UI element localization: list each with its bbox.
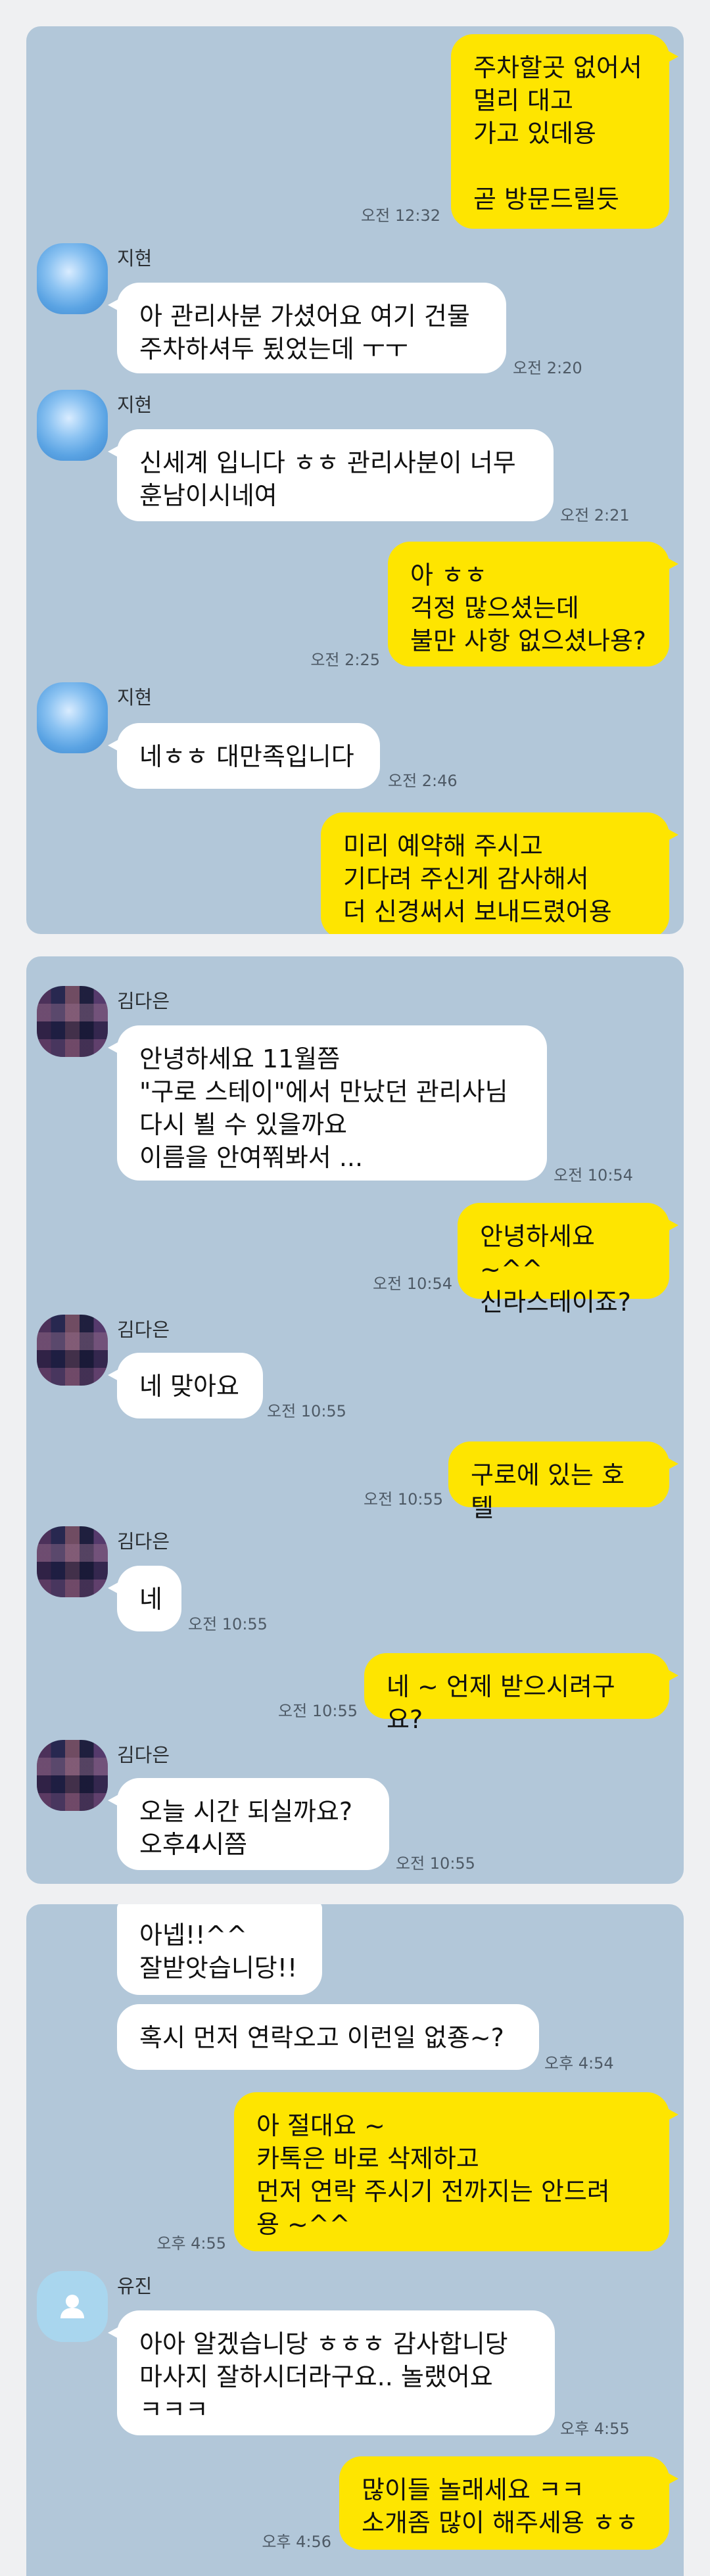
sender-name: 김다은 xyxy=(117,1319,170,1341)
message-time: 오전 2:46 xyxy=(388,772,458,790)
message-bubble-received[interactable]: 안녕하세요 11월쯤 "구로 스테이"에서 만났던 관리사님 다시 뵐 수 있을… xyxy=(108,1025,547,1181)
avatar[interactable] xyxy=(37,243,108,314)
message-time: 오전 2:21 xyxy=(560,506,630,525)
message-time: 오전 10:55 xyxy=(364,1490,443,1509)
message-time: 오후 4:56 xyxy=(262,2533,331,2551)
message-bubble-sent[interactable]: 안녕하세요 ~^^ 신라스테이죠? xyxy=(458,1203,678,1317)
message-bubble-sent[interactable]: 네 ~ 언제 받으시려구요? xyxy=(364,1653,678,1734)
message-bubble-received[interactable]: 아넵!!^^ 잘받앗습니당!! xyxy=(117,1904,322,1995)
message-time: 오전 12:32 xyxy=(361,206,440,225)
message-time: 오전 10:55 xyxy=(278,1702,358,1720)
chat-panel-1: 주차할곳 없어서 멀리 대고 가고 있데용 곧 방문드릴듯 오전 12:32 지… xyxy=(26,26,684,934)
message-time: 오후 4:55 xyxy=(156,2234,226,2253)
message-bubble-sent[interactable]: 미리 예약해 주시고 기다려 주신게 감사해서 더 신경써서 보내드렸어용 ^^ xyxy=(321,812,678,934)
sender-name: 지현 xyxy=(117,394,153,416)
sender-name: 지현 xyxy=(117,686,153,709)
avatar[interactable] xyxy=(37,682,108,753)
sender-name: 김다은 xyxy=(117,1530,170,1553)
message-time: 오전 2:20 xyxy=(513,359,582,377)
message-time: 오전 10:55 xyxy=(188,1615,268,1633)
avatar[interactable] xyxy=(37,1315,108,1386)
message-bubble-sent[interactable]: 많이들 놀래세요 ㅋㅋ 소개좀 많이 해주세용 ㅎㅎ xyxy=(339,2456,678,2550)
message-time: 오전 10:54 xyxy=(554,1166,633,1184)
message-time: 오전 10:55 xyxy=(267,1402,346,1420)
message-time: 오전 2:25 xyxy=(310,651,380,669)
message-bubble-sent[interactable]: 아 절대요 ~ 카톡은 바로 삭제하고 먼저 연락 주시기 전까지는 안드려 용… xyxy=(234,2092,678,2251)
sender-name: 지현 xyxy=(117,247,153,269)
chat-panel-3: 아넵!!^^ 잘받앗습니당!! 혹시 먼저 연락오고 이런일 없죵~? 오후 4… xyxy=(26,1904,684,2576)
message-bubble-received[interactable]: 네ㅎㅎ 대만족입니다 xyxy=(108,723,380,789)
message-bubble-received[interactable]: 혹시 먼저 연락오고 이런일 없죵~? xyxy=(117,2004,539,2070)
message-bubble-sent[interactable]: 아 ㅎㅎ 걱정 많으셨는데 불만 사항 없으셨나용? xyxy=(388,542,678,667)
sender-name: 유진 xyxy=(117,2275,153,2297)
sender-name: 김다은 xyxy=(117,990,170,1012)
default-profile-icon xyxy=(60,2295,84,2318)
message-bubble-received[interactable]: 아 관리사분 가셨어요 여기 건물 주차하셔두 됬었는데 ㅜㅜ xyxy=(108,283,506,373)
message-bubble-received[interactable]: 네 맞아요 xyxy=(108,1353,263,1418)
message-bubble-sent[interactable]: 주차할곳 없어서 멀리 대고 가고 있데용 곧 방문드릴듯 xyxy=(451,34,678,229)
message-bubble-received[interactable]: 아아 알겠습니당 ㅎㅎㅎ 감사합니당 마사지 잘하시더라구요.. 놀랬어요 ㅋㅋ… xyxy=(108,2310,555,2435)
avatar[interactable] xyxy=(37,986,108,1057)
avatar[interactable] xyxy=(37,390,108,461)
avatar[interactable] xyxy=(37,1526,108,1597)
message-time: 오전 10:54 xyxy=(373,1275,452,1293)
sender-name: 김다은 xyxy=(117,1744,170,1766)
chat-panel-2: 김다은 안녕하세요 11월쯤 "구로 스테이"에서 만났던 관리사님 다시 뵐 … xyxy=(26,956,684,1884)
message-bubble-received[interactable]: 네 xyxy=(108,1566,181,1631)
message-time: 오후 4:55 xyxy=(560,2420,630,2438)
avatar[interactable] xyxy=(37,2271,108,2342)
message-bubble-received[interactable]: 신세계 입니다 ㅎㅎ 관리사분이 너무 훈남이시네여 xyxy=(108,429,554,521)
message-time: 오전 10:55 xyxy=(396,1854,475,1873)
avatar[interactable] xyxy=(37,1740,108,1811)
message-bubble-sent[interactable]: 구로에 있는 호텔 xyxy=(448,1441,678,1522)
message-bubble-received[interactable]: 오늘 시간 되실까요? 오후4시쯤 xyxy=(108,1778,389,1870)
message-time: 오후 4:54 xyxy=(544,2054,614,2073)
